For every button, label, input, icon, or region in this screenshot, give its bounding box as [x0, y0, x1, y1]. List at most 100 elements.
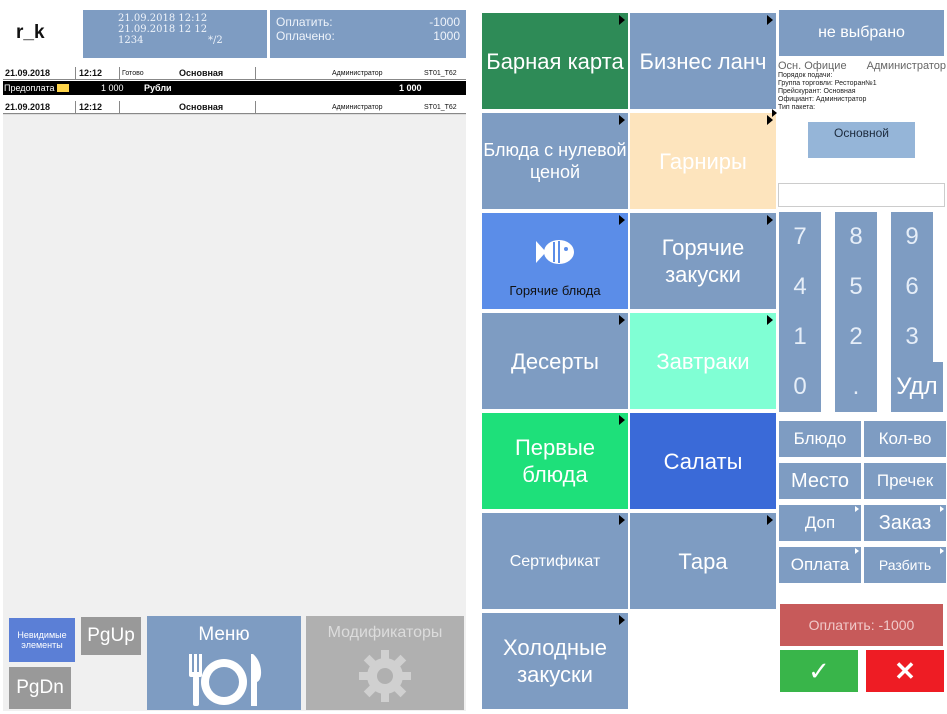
pay-button[interactable]: Оплатить: -1000 [780, 604, 943, 646]
not-selected-button[interactable]: не выбрано [779, 10, 944, 56]
menu-button[interactable]: Меню [147, 616, 301, 710]
digit-key-7[interactable]: 7 [779, 212, 821, 262]
submenu-arrow-icon [767, 315, 773, 325]
print-time: 21.09.2018 12 12 [118, 24, 208, 35]
order-table: ST01_T62 [424, 103, 457, 111]
submenu-arrow-icon [619, 515, 625, 525]
order-status-divider [119, 100, 120, 114]
function-label: Кол-во [878, 429, 932, 448]
category-label: Блюда с нулевой ценой [483, 140, 627, 182]
category-business-lunch[interactable]: Бизнес ланч [630, 13, 776, 109]
submenu-arrow-icon [619, 415, 625, 425]
category-label: Завтраки [656, 348, 750, 374]
digit-key-1[interactable]: 1 [779, 312, 821, 362]
quantity-input[interactable] [778, 183, 945, 207]
prepay-total: 1 000 [399, 83, 422, 93]
category-breakfasts[interactable]: Завтраки [630, 313, 776, 409]
prepay-label: Предоплата [4, 83, 55, 93]
order-info-panel[interactable]: 21.09.2018 12:12 21.09.2018 12 12 1234 *… [83, 10, 267, 58]
order-row[interactable]: 21.09.2018 12:12 Готово Основная Админис… [3, 66, 466, 80]
seat-button[interactable]: Место [779, 463, 861, 499]
category-desserts[interactable]: Десерты [482, 313, 628, 409]
payment-button[interactable]: Оплата [779, 547, 861, 583]
order-table: ST01_T62 [424, 69, 457, 77]
digit-key-0[interactable]: 0 [779, 362, 821, 412]
invisible-elements-button[interactable]: Невидимые элементы [9, 618, 75, 662]
order-waiter: Администратор [255, 100, 383, 114]
category-salads[interactable]: Салаты [630, 413, 776, 509]
modifiers-button[interactable]: Модификаторы [306, 616, 464, 710]
category-label: Первые блюда [514, 435, 596, 487]
order-button[interactable]: Заказ [864, 505, 946, 541]
info-line: Группа торговли: Ресторан№1 [778, 80, 877, 87]
quantity-button[interactable]: Кол-во [864, 421, 946, 457]
order-waiter: Администратор [255, 66, 383, 80]
order-row[interactable]: 21.09.2018 12:12 Основная Администратор … [3, 100, 466, 114]
category-label: Бизнес ланч [639, 48, 767, 74]
category-certificate[interactable]: Сертификат [482, 513, 628, 609]
category-hot-dishes[interactable]: Горячие блюда [482, 213, 628, 309]
delete-key[interactable]: Удл [891, 362, 943, 412]
submenu-arrow-icon [767, 515, 773, 525]
order-details-info: Осн. Официе Администратор Порядок подачи… [778, 60, 946, 120]
function-label: Блюдо [793, 429, 847, 448]
digit-key-5[interactable]: 5 [835, 262, 877, 312]
submenu-arrow-icon [619, 315, 625, 325]
category-cold-appetizers[interactable]: Холодные закуски [482, 613, 628, 709]
page-up-button[interactable]: PgUp [81, 617, 141, 655]
precheck-button[interactable]: Пречек [864, 463, 946, 499]
order-date: 21.09.2018 [5, 68, 51, 78]
dish-button[interactable]: Блюдо [779, 421, 861, 457]
order-type: Основная [179, 68, 224, 78]
confirm-button[interactable]: ✓ [780, 650, 858, 692]
digit-key-9[interactable]: 9 [891, 212, 933, 262]
category-zero-price-dishes[interactable]: Блюда с нулевой ценой [482, 113, 628, 209]
function-label: Заказ [878, 511, 932, 534]
info-line: Официант: Администратор [778, 96, 867, 103]
paid-label: Оплачено: [276, 29, 335, 43]
category-label: Тара [678, 548, 728, 574]
expand-arrow-icon [772, 109, 777, 117]
admin-label: Администратор [866, 60, 946, 72]
category-bar-card[interactable]: Барная карта [482, 13, 628, 109]
modifiers-label: Модификаторы [327, 624, 443, 641]
function-label: Разбить [878, 557, 932, 573]
digit-key-4[interactable]: 4 [779, 262, 821, 312]
main-button[interactable]: Основной [808, 122, 915, 158]
submenu-arrow-icon [767, 215, 773, 225]
function-label: Оплата [790, 555, 850, 574]
extra-button[interactable]: Доп [779, 505, 861, 541]
split-button[interactable]: Разбить [864, 547, 946, 583]
gear-icon [359, 650, 411, 702]
category-garnishes[interactable]: Гарниры [630, 113, 776, 209]
order-time: 12:12 [75, 100, 102, 114]
pay-label: Оплатить: [276, 15, 333, 29]
digit-key-3[interactable]: 3 [891, 312, 933, 362]
digit-key-8[interactable]: 8 [835, 212, 877, 262]
category-label: Десерты [510, 348, 599, 374]
menu-label: Меню [198, 624, 250, 645]
pos-screen: r_k 21.09.2018 12:12 21.09.2018 12 12 12… [0, 0, 947, 714]
submenu-arrow-icon [855, 506, 859, 512]
cancel-button[interactable]: ✕ [866, 650, 944, 692]
info-line: Порядок подачи: [778, 72, 833, 79]
digit-key-6[interactable]: 6 [891, 262, 933, 312]
page-down-button[interactable]: PgDn [9, 667, 71, 709]
decimal-key[interactable]: . [835, 362, 877, 412]
user-name: r_k [6, 10, 78, 56]
category-containers[interactable]: Тара [630, 513, 776, 609]
open-time: 21.09.2018 12:12 [118, 13, 208, 24]
prepay-row[interactable]: Предоплата 1 000 Рубли 1 000 [3, 81, 466, 95]
order-time: 12:12 [75, 66, 102, 80]
submenu-arrow-icon [855, 548, 859, 554]
check-icon: ✓ [808, 655, 830, 686]
submenu-arrow-icon [619, 15, 625, 25]
fish-icon [536, 240, 574, 264]
payment-summary[interactable]: Оплатить: -1000 Оплачено: 1000 [270, 10, 466, 58]
digit-key-2[interactable]: 2 [835, 312, 877, 362]
order-list-area[interactable] [3, 114, 466, 609]
category-hot-appetizers[interactable]: Горячие закуски [630, 213, 776, 309]
plate-cutlery-icon [189, 654, 262, 706]
category-label: Сертификат [509, 552, 601, 570]
category-first-courses[interactable]: Первые блюда [482, 413, 628, 509]
